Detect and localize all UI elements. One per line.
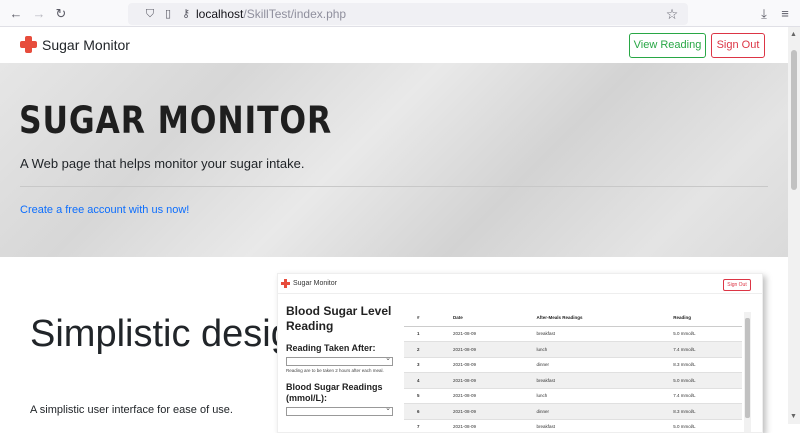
- table-row: 6 2021-08-09 dinner 8.3 mmol/L: [404, 403, 742, 420]
- browser-toolbar: ← → ↻ ⛉ ▯ ⚷ localhost/SkillTest/index.ph…: [0, 0, 800, 27]
- preview-brand: Sugar Monitor: [281, 279, 337, 288]
- column-header: Date: [439, 309, 524, 327]
- table-header-row: # Date After-Meals Readings Reading: [404, 309, 742, 327]
- table-row: 3 2021-08-09 dinner 8.3 mmol/L: [404, 357, 742, 373]
- table-cell: 2021-08-09: [439, 372, 524, 389]
- table-cell: 2021-08-09: [439, 357, 524, 373]
- column-header: After-Meals Readings: [523, 309, 661, 327]
- page-scrollbar[interactable]: ▲ ▼: [788, 27, 800, 424]
- app-preview-image: Sugar Monitor Sign Out Blood Sugar Level…: [277, 273, 763, 433]
- sign-out-button[interactable]: Sign Out: [711, 33, 765, 58]
- table-row: 2 2021-08-09 lunch 7.4 mmol/L: [404, 341, 742, 358]
- page-icon: ▯: [164, 8, 172, 20]
- table-row: 4 2021-08-09 breakfast 5.0 mmol/L: [404, 372, 742, 389]
- url-text[interactable]: localhost/SkillTest/index.php: [196, 7, 346, 21]
- back-icon[interactable]: ←: [8, 6, 24, 22]
- table-cell: 6: [404, 403, 440, 420]
- preview-form-heading: Blood Sugar Level Reading: [286, 304, 392, 333]
- table-cell: 3: [404, 357, 440, 373]
- navbar: Sugar Monitor View Reading Sign Out: [0, 27, 788, 63]
- feature-title: Simplistic design: [30, 313, 313, 355]
- table-cell: 8.3 mmol/L: [660, 357, 742, 373]
- scroll-up-icon[interactable]: ▲: [790, 31, 797, 38]
- table-cell: 5.0 mmol/L: [660, 372, 742, 389]
- shield-icon[interactable]: ⛉: [142, 6, 158, 22]
- preview-note: Reading are to be taken 2 hours after ea…: [286, 368, 384, 373]
- table-cell: breakfast: [523, 326, 661, 342]
- table-cell: breakfast: [523, 419, 661, 432]
- view-reading-button[interactable]: View Reading: [629, 33, 706, 58]
- table-cell: dinner: [523, 357, 661, 373]
- table-cell: 2021-08-09: [439, 326, 524, 342]
- table-cell: 7.4 mmol/L: [660, 388, 742, 404]
- preview-navbar: Sugar Monitor Sign Out: [278, 274, 762, 294]
- table-cell: 5.0 mmol/L: [660, 419, 742, 432]
- menu-icon[interactable]: ≡: [777, 6, 793, 22]
- table-cell: lunch: [523, 341, 661, 358]
- hero-title: SUGAR MONITOR: [19, 99, 333, 142]
- reload-icon[interactable]: ↻: [53, 6, 69, 22]
- table-cell: 4: [404, 372, 440, 389]
- divider: [20, 186, 768, 187]
- column-header: #: [404, 309, 440, 327]
- table-cell: 7.4 mmol/L: [660, 341, 742, 358]
- table-row: 5 2021-08-09 lunch 7.4 mmol/L: [404, 388, 742, 404]
- table-cell: 5: [404, 388, 440, 404]
- feature-description: A simplistic user interface for ease of …: [30, 404, 233, 416]
- preview-readings-input: [286, 404, 393, 416]
- preview-taken-after-label: Reading Taken After:: [286, 343, 376, 353]
- table-cell: 2021-08-09: [439, 388, 524, 404]
- table-cell: 1: [404, 326, 440, 342]
- table-cell: 2021-08-09: [439, 403, 524, 420]
- preview-sign-out-button: Sign Out: [723, 279, 751, 291]
- table-cell: 2021-08-09: [439, 341, 524, 358]
- medical-cross-icon: [281, 279, 290, 288]
- table-cell: dinner: [523, 403, 661, 420]
- medical-cross-icon: [20, 36, 37, 53]
- create-account-link[interactable]: Create a free account with us now!: [20, 204, 189, 216]
- table-cell: breakfast: [523, 372, 661, 389]
- preview-table-scrollbar: [744, 312, 751, 432]
- url-bar[interactable]: ⛉ ▯ ⚷ localhost/SkillTest/index.php ☆: [128, 3, 688, 25]
- feature-section: Simplistic design A simplistic user inte…: [0, 257, 788, 433]
- preview-meal-select: [286, 354, 393, 366]
- brand[interactable]: Sugar Monitor: [20, 36, 130, 53]
- preview-readings-table: # Date After-Meals Readings Reading 1 20…: [404, 309, 742, 432]
- hero-banner: SUGAR MONITOR A Web page that helps moni…: [0, 63, 788, 257]
- preview-form: Blood Sugar Level Reading Reading Taken …: [286, 304, 396, 416]
- table-cell: 7: [404, 419, 440, 432]
- brand-name: Sugar Monitor: [42, 36, 130, 53]
- table-row: 7 2021-08-09 breakfast 5.0 mmol/L: [404, 419, 742, 432]
- preview-readings-label: Blood Sugar Readings (mmol/L):: [286, 382, 383, 403]
- table-cell: 2: [404, 341, 440, 358]
- column-header: Reading: [660, 309, 742, 327]
- table-cell: 2021-08-09: [439, 419, 524, 432]
- preview-brand-name: Sugar Monitor: [293, 280, 337, 287]
- table-row: 1 2021-08-09 breakfast 5.0 mmol/L: [404, 326, 742, 342]
- download-icon[interactable]: ⤓: [756, 6, 772, 22]
- scrollbar-thumb[interactable]: [791, 50, 797, 190]
- scroll-down-icon[interactable]: ▼: [790, 413, 797, 420]
- table-cell: lunch: [523, 388, 661, 404]
- table-cell: 8.3 mmol/L: [660, 403, 742, 420]
- forward-icon[interactable]: →: [31, 6, 47, 22]
- bookmark-star-icon[interactable]: ☆: [664, 6, 680, 22]
- hero-subtitle: A Web page that helps monitor your sugar…: [20, 156, 305, 171]
- key-icon[interactable]: ⚷: [178, 6, 194, 22]
- table-cell: 5.0 mmol/L: [660, 326, 742, 342]
